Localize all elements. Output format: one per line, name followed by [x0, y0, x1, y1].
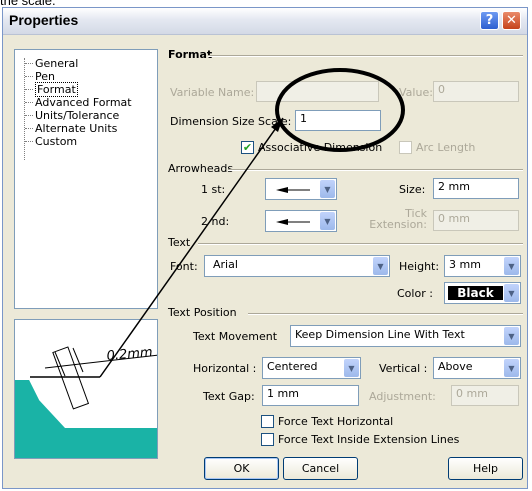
annotation-overlay: [30, 68, 405, 378]
highlight-ellipse: [275, 68, 405, 152]
pointer-line: [99, 117, 284, 378]
